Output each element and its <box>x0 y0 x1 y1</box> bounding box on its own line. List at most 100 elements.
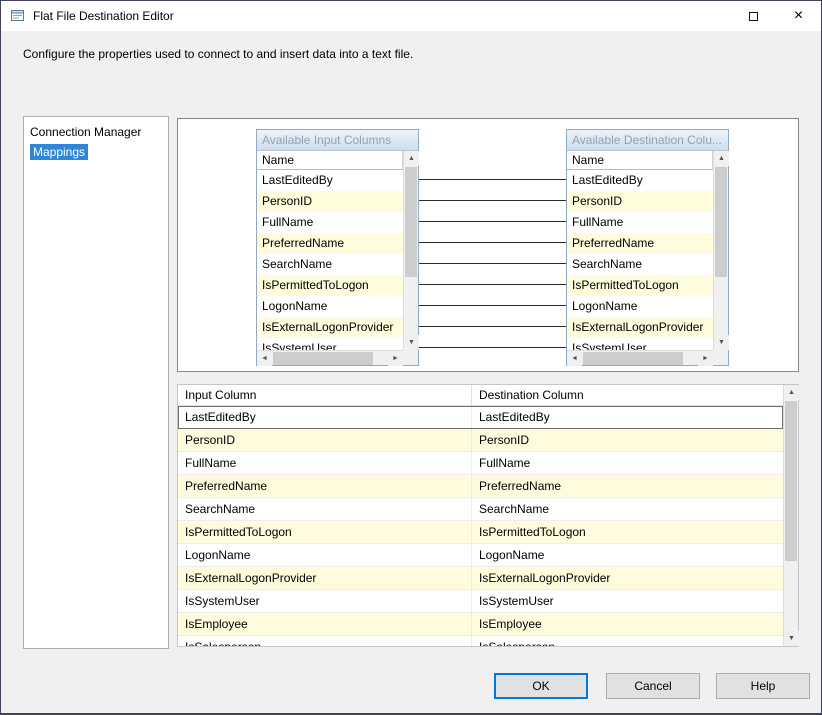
input-list-horizontal-scrollbar[interactable]: ◄ ► <box>257 350 403 366</box>
grid-cell-destination[interactable]: LastEditedBy <box>472 406 783 429</box>
grid-cell-destination[interactable]: IsEmployee <box>472 613 783 636</box>
grid-cell-destination[interactable]: IsSystemUser <box>472 590 783 613</box>
scrollbar-thumb[interactable] <box>273 351 373 365</box>
table-row[interactable]: IsEmployee IsEmployee <box>178 613 783 636</box>
destination-column-item[interactable]: IsSystemUser <box>567 338 713 350</box>
destination-list-horizontal-scrollbar[interactable]: ◄ ► <box>567 350 713 366</box>
grid-cell-destination[interactable]: FullName <box>472 452 783 475</box>
grid-cell-destination[interactable]: SearchName <box>472 498 783 521</box>
grid-cell-destination[interactable]: IsSalesperson <box>472 636 783 646</box>
grid-cell-destination[interactable]: PreferredName <box>472 475 783 498</box>
grid-cell-input[interactable]: IsPermittedToLogon <box>178 521 472 544</box>
input-list-vertical-scrollbar[interactable]: ▲ ▼ <box>403 151 419 350</box>
maximize-icon <box>749 11 758 21</box>
input-column-item[interactable]: IsExternalLogonProvider <box>257 317 403 338</box>
table-row[interactable]: FullName FullName <box>178 452 783 475</box>
grid-cell-input[interactable]: IsSystemUser <box>178 590 472 613</box>
sidebar-item-label-selected: Mappings <box>30 144 89 160</box>
grid-cell-input[interactable]: FullName <box>178 452 472 475</box>
input-column-item[interactable]: IsSystemUser <box>257 338 403 350</box>
scroll-up-button[interactable]: ▲ <box>784 385 799 400</box>
flat-file-destination-editor-window: Flat File Destination Editor × Configure… <box>0 0 822 715</box>
destination-column-item[interactable]: LastEditedBy <box>567 170 713 191</box>
grid-cell-input[interactable]: IsExternalLogonProvider <box>178 567 472 590</box>
input-column-item[interactable]: SearchName <box>257 254 403 275</box>
table-row[interactable]: IsPermittedToLogon IsPermittedToLogon <box>178 521 783 544</box>
scroll-down-icon: ▼ <box>718 339 725 346</box>
close-button[interactable]: × <box>776 1 821 31</box>
ok-button[interactable]: OK <box>494 673 588 699</box>
sidebar-item-mappings[interactable]: Mappings <box>24 142 168 162</box>
destination-column-item[interactable]: IsPermittedToLogon <box>567 275 713 296</box>
scrollbar-thumb[interactable] <box>405 167 417 277</box>
destination-column-item[interactable]: LogonName <box>567 296 713 317</box>
mappings-grid: Input Column Destination Column LastEdit… <box>177 384 799 647</box>
destination-column-item[interactable]: SearchName <box>567 254 713 275</box>
scroll-up-button[interactable]: ▲ <box>714 151 729 166</box>
grid-cell-input[interactable]: PreferredName <box>178 475 472 498</box>
table-row[interactable]: IsSystemUser IsSystemUser <box>178 590 783 613</box>
scroll-right-icon: ► <box>392 354 399 362</box>
destination-column-item[interactable]: PersonID <box>567 191 713 212</box>
destination-column-item[interactable]: PreferredName <box>567 233 713 254</box>
available-destination-columns-list: Available Destination Colu... Name LastE… <box>566 129 729 366</box>
available-input-columns-list: Available Input Columns Name LastEditedB… <box>256 129 419 366</box>
sidebar-item-connection-manager[interactable]: Connection Manager <box>24 122 168 142</box>
scroll-right-button[interactable]: ► <box>698 350 713 366</box>
table-row[interactable]: PersonID PersonID <box>178 429 783 452</box>
window-controls: × <box>731 1 821 31</box>
input-column-item[interactable]: PreferredName <box>257 233 403 254</box>
input-column-item[interactable]: PersonID <box>257 191 403 212</box>
table-row[interactable]: LastEditedBy LastEditedBy <box>178 406 783 429</box>
destination-column-item[interactable]: IsExternalLogonProvider <box>567 317 713 338</box>
scroll-left-button[interactable]: ◄ <box>257 350 272 366</box>
grid-vertical-scrollbar[interactable]: ▲ ▼ <box>783 385 799 646</box>
app-icon <box>10 8 26 24</box>
table-row[interactable]: IsSalesperson IsSalesperson <box>178 636 783 646</box>
destination-column-item[interactable]: FullName <box>567 212 713 233</box>
grid-cell-input[interactable]: IsEmployee <box>178 613 472 636</box>
scroll-up-icon: ▲ <box>718 155 725 162</box>
grid-cell-input[interactable]: LogonName <box>178 544 472 567</box>
scroll-right-button[interactable]: ► <box>388 350 403 366</box>
grid-cell-destination[interactable]: LogonName <box>472 544 783 567</box>
maximize-button[interactable] <box>731 1 776 31</box>
sidebar-item-label: Connection Manager <box>30 125 142 139</box>
mapping-canvas: Available Input Columns Name LastEditedB… <box>177 118 799 372</box>
grid-cell-destination[interactable]: IsExternalLogonProvider <box>472 567 783 590</box>
list-column-header-name: Name <box>567 151 713 170</box>
sidebar: Connection Manager Mappings <box>23 116 169 649</box>
input-column-item[interactable]: LogonName <box>257 296 403 317</box>
scroll-down-button[interactable]: ▼ <box>714 335 729 350</box>
column-header-destination[interactable]: Destination Column <box>472 385 798 406</box>
scroll-down-icon: ▼ <box>408 339 415 346</box>
column-header-input[interactable]: Input Column <box>178 385 472 406</box>
scroll-down-button[interactable]: ▼ <box>784 631 799 646</box>
scrollbar-thumb[interactable] <box>785 401 797 561</box>
scroll-up-icon: ▲ <box>788 389 795 396</box>
table-row[interactable]: SearchName SearchName <box>178 498 783 521</box>
grid-cell-input[interactable]: LastEditedBy <box>178 406 472 429</box>
grid-cell-destination[interactable]: IsPermittedToLogon <box>472 521 783 544</box>
scroll-right-icon: ► <box>702 354 709 362</box>
input-column-item[interactable]: IsPermittedToLogon <box>257 275 403 296</box>
grid-cell-input[interactable]: PersonID <box>178 429 472 452</box>
table-row[interactable]: PreferredName PreferredName <box>178 475 783 498</box>
scrollbar-thumb[interactable] <box>715 167 727 277</box>
cancel-button[interactable]: Cancel <box>606 673 700 699</box>
table-row[interactable]: IsExternalLogonProvider IsExternalLogonP… <box>178 567 783 590</box>
help-button[interactable]: Help <box>716 673 810 699</box>
scrollbar-thumb[interactable] <box>583 351 683 365</box>
table-row[interactable]: LogonName LogonName <box>178 544 783 567</box>
scroll-up-button[interactable]: ▲ <box>404 151 419 166</box>
scroll-left-button[interactable]: ◄ <box>567 350 582 366</box>
list-title-destination: Available Destination Colu... <box>567 130 728 151</box>
scroll-down-icon: ▼ <box>788 635 795 642</box>
input-column-item[interactable]: FullName <box>257 212 403 233</box>
destination-list-vertical-scrollbar[interactable]: ▲ ▼ <box>713 151 729 350</box>
input-column-item[interactable]: LastEditedBy <box>257 170 403 191</box>
grid-cell-destination[interactable]: PersonID <box>472 429 783 452</box>
scroll-down-button[interactable]: ▼ <box>404 335 419 350</box>
grid-cell-input[interactable]: SearchName <box>178 498 472 521</box>
grid-cell-input[interactable]: IsSalesperson <box>178 636 472 646</box>
